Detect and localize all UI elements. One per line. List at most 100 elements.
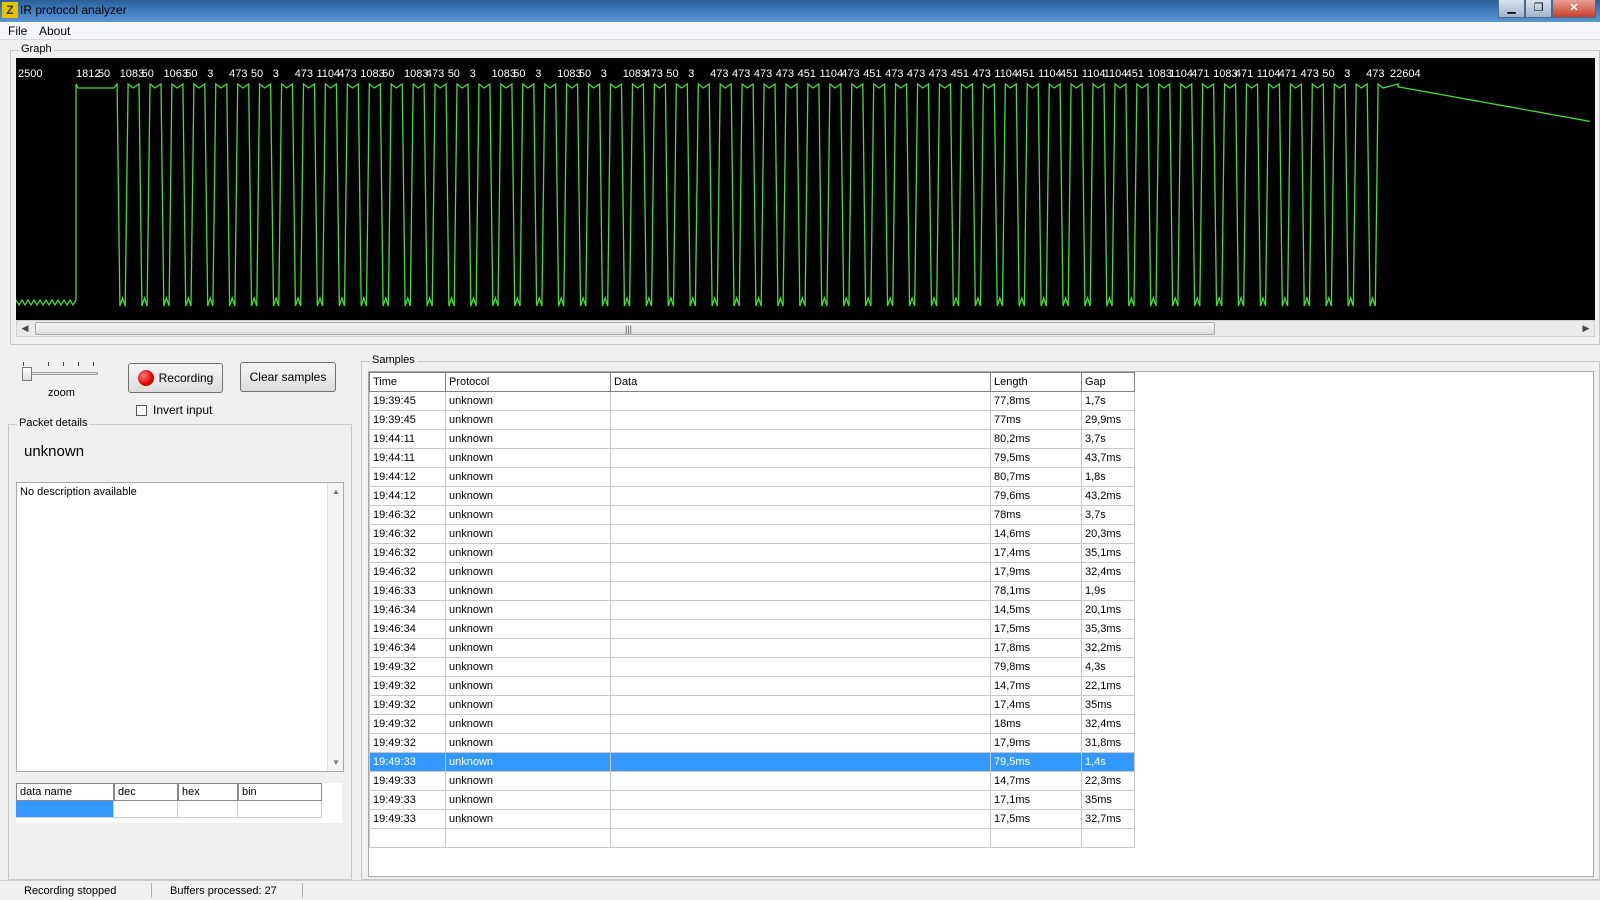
table-row[interactable]: 19:44:11 unknown 79,5ms 43,7ms [369,448,1135,468]
menu-file[interactable]: File [8,24,27,38]
cell-gap: 35,1ms [1081,543,1135,563]
invert-input-box[interactable] [136,404,147,416]
minimize-button[interactable]: ▁ [1498,0,1525,18]
samples-table-container[interactable]: Time Protocol Data Length Gap 19:39:45 un… [368,371,1594,877]
cell-protocol: unknown [445,486,611,506]
cell-time: 19:46:32 [369,562,446,582]
cell-time: 19:49:33 [369,752,446,772]
cell-gap: 43,2ms [1081,486,1135,506]
status-recording-state: Recording stopped [24,885,117,897]
cell-protocol: unknown [445,429,611,449]
table-row[interactable]: 19:44:12 unknown 80,7ms 1,8s [369,467,1135,487]
table-row[interactable]: 19:49:33 unknown 14,7ms 22,3ms [369,771,1135,791]
table-row[interactable]: 19:46:32 unknown 14,6ms 20,3ms [369,524,1135,544]
grid-header-hex[interactable]: hex [178,783,238,801]
cell-protocol: unknown [445,600,611,620]
zoom-slider[interactable]: zoom [20,362,100,402]
table-row[interactable]: 19:49:33 unknown 17,1ms 35ms [369,790,1135,810]
pulse-label: 473 [426,68,444,80]
table-row[interactable]: 19:46:34 unknown 17,8ms 32,2ms [369,638,1135,658]
restore-button[interactable]: ❐ [1525,0,1552,18]
col-header-protocol[interactable]: Protocol [445,372,611,392]
close-button[interactable]: ✕ [1552,0,1596,18]
zoom-thumb[interactable] [22,367,32,381]
pulse-label: 1083 [623,68,647,80]
cell-gap: 1,4s [1081,752,1135,772]
packet-description: No description available [20,486,137,498]
cell-time: 19:44:12 [369,486,446,506]
grid-cell[interactable] [114,801,178,818]
graph-scroll-thumb[interactable]: ||| [35,322,1215,335]
cell-data [610,619,991,639]
table-row[interactable]: 19:46:33 unknown 78,1ms 1,9s [369,581,1135,601]
graph-scrollbar[interactable]: ◀ ||| ▶ [16,320,1595,337]
cell-gap: 20,1ms [1081,600,1135,620]
col-header-data[interactable]: Data [610,372,991,392]
table-row[interactable]: 19:49:32 unknown 17,4ms 35ms [369,695,1135,715]
table-row[interactable]: 19:49:32 unknown 79,8ms 4,3s [369,657,1135,677]
cell-length: 14,7ms [990,676,1082,696]
table-row[interactable]: 19:49:32 unknown 17,9ms 31,8ms [369,733,1135,753]
grid-cell[interactable] [238,801,322,818]
table-row[interactable]: 19:46:34 unknown 14,5ms 20,1ms [369,600,1135,620]
packet-description-box[interactable]: No description available ▲ ▼ [16,482,344,772]
table-row[interactable]: 19:49:32 unknown 18ms 32,4ms [369,714,1135,734]
cell-time: 19:49:33 [369,790,446,810]
table-row[interactable] [369,828,1135,848]
pulse-label: 473 [776,68,794,80]
cell-protocol: unknown [445,467,611,487]
pulse-label: 3 [1344,68,1350,80]
table-row[interactable]: 19:39:45 unknown 77,8ms 1,7s [369,391,1135,411]
cell-gap: 1,9s [1081,581,1135,601]
grid-header-dec[interactable]: dec [114,783,178,801]
cell-gap: 4,3s [1081,657,1135,677]
table-row[interactable]: 19:49:33 unknown 79,5ms 1,4s [369,752,1135,772]
table-row[interactable]: 19:46:32 unknown 78ms 3,7s [369,505,1135,525]
table-row[interactable]: 19:46:32 unknown 17,9ms 32,4ms [369,562,1135,582]
menu-about[interactable]: About [39,24,70,38]
status-buffers-processed: Buffers processed: 27 [170,885,277,897]
title-bar: Z IR protocol analyzer ▁ ❐ ✕ [0,0,1600,22]
cell-data [610,429,991,449]
invert-input-checkbox[interactable]: Invert input [136,403,212,417]
pulse-label: 451 [1126,68,1144,80]
samples-group-label: Samples [370,354,417,366]
table-row[interactable]: 19:46:32 unknown 17,4ms 35,1ms [369,543,1135,563]
table-row[interactable]: 19:39:45 unknown 77ms 29,9ms [369,410,1135,430]
pulse-label: 471 [1235,68,1253,80]
scroll-down-icon[interactable]: ▼ [328,758,344,767]
col-header-time[interactable]: Time [369,372,446,392]
pulse-label: 50 [448,68,460,80]
scroll-up-icon[interactable]: ▲ [328,487,344,496]
cell-data [610,524,991,544]
table-row[interactable]: 19:49:32 unknown 14,7ms 22,1ms [369,676,1135,696]
packet-data-grid[interactable]: data name dec hex bin [16,783,342,823]
grid-header-data-name[interactable]: data name [16,783,114,801]
recording-button[interactable]: Recording [128,363,223,393]
table-row[interactable]: 19:44:12 unknown 79,6ms 43,2ms [369,486,1135,506]
col-header-gap[interactable]: Gap [1081,372,1135,392]
cell-data [610,600,991,620]
table-row[interactable]: 19:46:34 unknown 17,5ms 35,3ms [369,619,1135,639]
cell-length: 18ms [990,714,1082,734]
pulse-label: 1083 [120,68,144,80]
grid-cell-selected[interactable] [16,801,114,818]
table-row[interactable]: 19:44:11 unknown 80,2ms 3,7s [369,429,1135,449]
grid-cell[interactable] [178,801,238,818]
pulse-label: 471 [1279,68,1297,80]
grid-header-bin[interactable]: bin [238,783,322,801]
pulse-label: 473 [295,68,313,80]
scroll-left-arrow-icon[interactable]: ◀ [17,321,33,336]
clear-samples-button[interactable]: Clear samples [240,362,336,392]
app-icon: Z [2,2,18,18]
cell-time: 19:49:33 [369,809,446,829]
cell-gap: 35ms [1081,695,1135,715]
signal-graph[interactable]: 2500 1812 50 1083 50 1063 50 3 473 50 3 473 1104 473 1… [16,58,1595,320]
pulse-label: 451 [863,68,881,80]
pulse-label: 473 [645,68,663,80]
cell-length: 17,9ms [990,562,1082,582]
col-header-length[interactable]: Length [990,372,1082,392]
scroll-right-arrow-icon[interactable]: ▶ [1578,321,1594,336]
description-scrollbar[interactable]: ▲ ▼ [327,483,343,771]
table-row[interactable]: 19:49:33 unknown 17,5ms 32,7ms [369,809,1135,829]
